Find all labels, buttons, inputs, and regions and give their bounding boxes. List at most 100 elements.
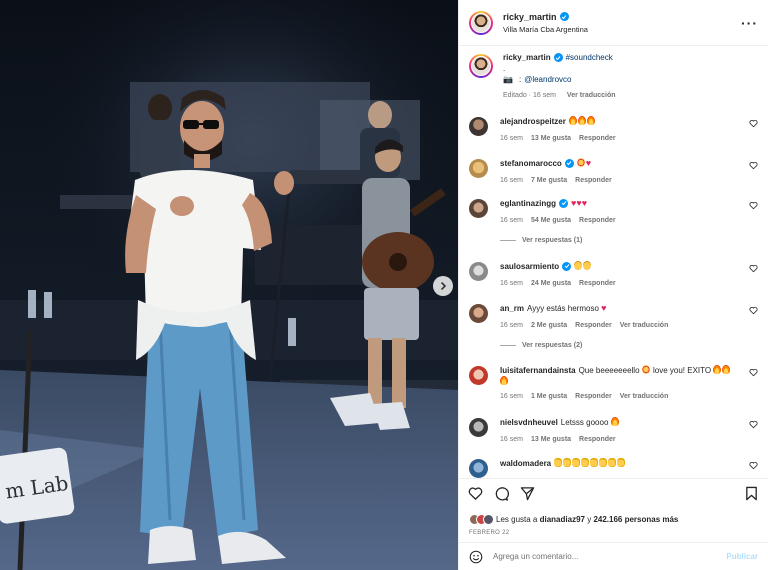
reply-button[interactable]: Responder (575, 175, 612, 186)
post-photo[interactable]: m Lab (0, 0, 458, 570)
liker-username[interactable]: dianadiaz97 (540, 515, 585, 524)
caption-edited-time: Editado · 16 sem (503, 92, 556, 99)
reply-button[interactable]: Responder (579, 133, 616, 144)
verified-badge-icon (553, 53, 563, 62)
like-heart-icon[interactable] (468, 486, 483, 501)
heart-emoji-icon: ♥ (601, 303, 607, 313)
like-comment-heart-icon[interactable] (749, 119, 758, 128)
concert-stage-photo: m Lab (0, 0, 458, 570)
instagram-post-view: m Lab ricky_martin Villa María Cba Argen… (0, 0, 768, 570)
reply-button[interactable]: Responder (579, 215, 616, 226)
comment-avatar[interactable] (469, 418, 488, 437)
heart-emoji-icon: ♥♥♥ (571, 198, 588, 208)
comment-item: an_rm Ayyy estás hermoso ♥ 16 sem 2 Me gu… (469, 303, 758, 331)
fire-emoji-icon (722, 365, 731, 374)
more-options-button[interactable]: ··· (741, 16, 758, 30)
post-actions-bar (459, 478, 768, 508)
comment-item: nielsvdnheuvel Letsss goooo 16 sem 13 Me … (469, 417, 758, 445)
comment-item: stefanomarocco ♥ 16 sem 7 Me gusta Respon… (469, 158, 758, 186)
next-photo-button[interactable] (433, 276, 453, 296)
caption-translate-link[interactable]: Ver traducción (567, 90, 616, 101)
comment-avatar[interactable] (469, 117, 488, 136)
comment-username[interactable]: alejandrospeitzer (500, 117, 566, 126)
reply-button[interactable]: Responder (575, 320, 612, 331)
author-avatar[interactable] (469, 54, 493, 78)
comment-item: alejandrospeitzer 16 sem 13 Me gusta Res… (469, 116, 758, 144)
comment-likes[interactable]: 24 Me gusta (531, 278, 571, 289)
comment-avatar[interactable] (469, 459, 488, 478)
emoji-smiley-icon[interactable] (469, 550, 483, 564)
fire-emoji-icon (568, 116, 596, 126)
post-location[interactable]: Villa María Cba Argentina (503, 25, 741, 34)
like-comment-heart-icon[interactable] (749, 368, 758, 377)
chevron-right-icon (440, 281, 447, 291)
verified-badge-icon (559, 12, 569, 21)
comment-text: Letsss goooo (560, 418, 609, 427)
view-replies-button[interactable]: Ver respuestas (1) (500, 237, 582, 244)
comment-text-continued: love you! EXITO (653, 366, 712, 375)
author-avatar[interactable] (469, 10, 493, 35)
comment-username[interactable]: an_rm (500, 304, 524, 313)
comment-avatar[interactable] (469, 199, 488, 218)
post-header: ricky_martin Villa María Cba Argentina ·… (459, 0, 768, 46)
like-comment-heart-icon[interactable] (749, 201, 758, 210)
comments-list[interactable]: ricky_martin #soundcheck . 📷: @leandrovc… (459, 46, 768, 478)
likes-count-link[interactable]: 242.166 personas más (593, 515, 678, 524)
publish-comment-button[interactable]: Publicar (726, 552, 758, 561)
like-comment-heart-icon[interactable] (749, 420, 758, 429)
view-replies-button[interactable]: Ver respuestas (2) (500, 342, 582, 349)
comment-likes[interactable]: 2 Me gusta (531, 320, 567, 331)
translate-link[interactable]: Ver traducción (620, 320, 669, 331)
comment-time: 16 sem (500, 436, 523, 443)
likers-avatars (469, 513, 494, 525)
like-comment-heart-icon[interactable] (749, 264, 758, 273)
comment-time: 16 sem (500, 135, 523, 142)
comment-username[interactable]: waldomadera (500, 459, 551, 468)
caption-dot: . (503, 64, 506, 73)
comment-username[interactable]: saulosarmiento (500, 262, 559, 271)
like-comment-heart-icon[interactable] (749, 306, 758, 315)
comment-username[interactable]: luisitafernandainsta (500, 366, 576, 375)
heart-emoji-icon: ♥ (585, 158, 592, 168)
comment-username[interactable]: stefanomarocco (500, 159, 562, 168)
camera-emoji-icon: 📷 (503, 75, 513, 84)
comment-username[interactable]: eglantinazingg (500, 199, 556, 208)
comment-time: 16 sem (500, 393, 523, 400)
caption-mention[interactable]: @leandrovco (524, 74, 571, 85)
post-caption: ricky_martin #soundcheck . 📷: @leandrovc… (469, 46, 758, 108)
star-eyes-emoji-icon (641, 365, 650, 374)
likes-summary: Les gusta a dianadiaz97 y 242.166 person… (459, 508, 768, 530)
comment-input[interactable] (493, 552, 727, 561)
save-bookmark-icon[interactable] (744, 486, 759, 501)
comment-likes[interactable]: 1 Me gusta (531, 391, 567, 402)
comment-likes[interactable]: 54 Me gusta (531, 215, 571, 226)
comment-avatar[interactable] (469, 262, 488, 281)
comment-username[interactable]: nielsvdnheuvel (500, 418, 558, 427)
comment-likes[interactable]: 7 Me gusta (531, 175, 567, 186)
author-username[interactable]: ricky_martin (503, 12, 741, 22)
comment-avatar[interactable] (469, 304, 488, 323)
author-info: ricky_martin Villa María Cba Argentina (503, 12, 741, 34)
comment-likes[interactable]: 13 Me gusta (531, 133, 571, 144)
reply-button[interactable]: Responder (579, 434, 616, 445)
caption-hashtag[interactable]: #soundcheck (566, 52, 613, 63)
share-send-icon[interactable] (520, 486, 535, 501)
star-emoji-icon (576, 158, 585, 167)
comment-likes[interactable]: 13 Me gusta (531, 434, 571, 445)
add-comment-bar: Publicar (459, 542, 768, 570)
verified-badge-icon (562, 261, 572, 271)
comment-time: 16 sem (500, 280, 523, 287)
comment-avatar[interactable] (469, 366, 488, 385)
reply-button[interactable]: Responder (575, 391, 612, 402)
comment-text: Ayyy estás hermoso (527, 304, 599, 313)
translate-link[interactable]: Ver traducción (620, 391, 669, 402)
reply-button[interactable]: Responder (579, 278, 616, 289)
fire-emoji-icon (610, 417, 619, 426)
post-side-panel: ricky_martin Villa María Cba Argentina ·… (458, 0, 768, 570)
caption-username[interactable]: ricky_martin (503, 52, 551, 63)
comment-bubble-icon[interactable] (494, 486, 509, 501)
comment-avatar[interactable] (469, 159, 488, 178)
like-comment-heart-icon[interactable] (749, 161, 758, 170)
scream-emoji-icon (583, 261, 592, 270)
like-comment-heart-icon[interactable] (749, 461, 758, 470)
